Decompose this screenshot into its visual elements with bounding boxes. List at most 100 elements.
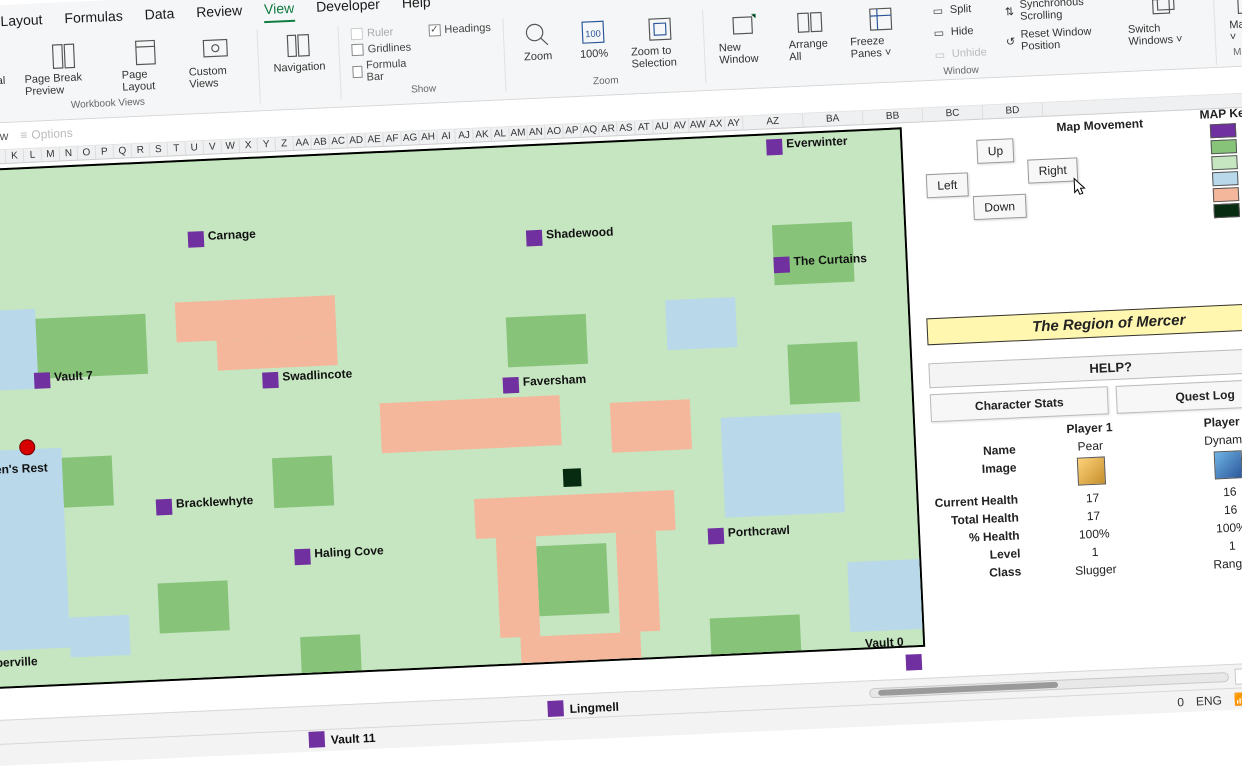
col-Q[interactable]: Q	[114, 144, 133, 158]
col-O[interactable]: O	[78, 146, 97, 160]
move-up-button[interactable]: Up	[976, 138, 1014, 164]
custom-views-button[interactable]: Custom Views	[183, 32, 249, 93]
move-down-button[interactable]: Down	[973, 194, 1027, 220]
col-AI[interactable]: AI	[437, 130, 456, 144]
col-AP[interactable]: AP	[563, 124, 582, 138]
move-left-button[interactable]: Left	[926, 172, 969, 198]
col-U[interactable]: U	[186, 141, 205, 155]
col-AV[interactable]: AV	[671, 119, 690, 133]
page-break-button[interactable]: Page Break Preview	[19, 38, 109, 100]
tab-help[interactable]: Help	[401, 0, 431, 17]
col-T[interactable]: T	[168, 142, 187, 156]
col-K[interactable]: K	[6, 149, 25, 163]
town-marker[interactable]	[188, 231, 205, 248]
tab-data[interactable]: Data	[144, 5, 175, 28]
col-S[interactable]: S	[150, 143, 169, 157]
col-BC[interactable]: BC	[923, 106, 984, 122]
group-caption-views: Workbook Views	[71, 97, 146, 111]
group-caption-window: Window	[943, 65, 979, 78]
col-Y[interactable]: Y	[257, 138, 276, 152]
col-AZ[interactable]: AZ	[743, 114, 804, 130]
town-marker[interactable]	[34, 372, 51, 389]
col-Z[interactable]: Z	[275, 137, 294, 151]
new-window-button[interactable]: New Window	[713, 8, 775, 69]
sheet-view-new[interactable]: 👁New	[0, 129, 9, 145]
col-AH[interactable]: AH	[419, 130, 438, 144]
col-BA[interactable]: BA	[803, 111, 864, 127]
tab-page-layout[interactable]: Page Layout	[0, 11, 43, 37]
col-R[interactable]: R	[132, 143, 151, 157]
tab-quest-log[interactable]: Quest Log	[1116, 378, 1242, 414]
arrange-icon	[795, 8, 824, 37]
col-W[interactable]: W	[221, 139, 240, 153]
tab-view[interactable]: View	[264, 0, 295, 23]
swatch	[1210, 139, 1237, 154]
col-AS[interactable]: AS	[617, 121, 636, 135]
col-AO[interactable]: AO	[545, 125, 564, 139]
zoom-100-button[interactable]: 100100%	[569, 15, 617, 63]
tab-developer[interactable]: Developer	[316, 0, 381, 21]
game-map[interactable]: HoleCarnageShadewoodEverwinterThe Curtai…	[0, 127, 925, 689]
col-L[interactable]: L	[24, 148, 43, 162]
arrange-all-button[interactable]: Arrange All	[783, 5, 837, 65]
split-button[interactable]: ▭Split	[925, 0, 989, 21]
town-marker[interactable]	[708, 528, 725, 545]
key-mountain: Mountain	[1213, 184, 1242, 204]
status-avg: 0	[1177, 695, 1184, 709]
col-AK[interactable]: AK	[473, 128, 492, 142]
zoom-selection-button[interactable]: Zoom to Selection	[625, 12, 694, 73]
town-marker[interactable]	[262, 372, 279, 389]
col-AD[interactable]: AD	[347, 134, 366, 148]
col-P[interactable]: P	[96, 145, 115, 159]
zoom-button[interactable]: Zoom	[513, 18, 561, 66]
player2-avatar	[1214, 450, 1242, 479]
switch-windows-button[interactable]: Switch Windows ˅	[1122, 0, 1205, 50]
col-AN[interactable]: AN	[527, 125, 546, 139]
view-normal-icon[interactable]	[1234, 667, 1242, 684]
col-AT[interactable]: AT	[635, 121, 654, 135]
col-AC[interactable]: AC	[329, 134, 348, 148]
group-caption-show: Show	[411, 83, 436, 95]
tab-formulas[interactable]: Formulas	[64, 8, 123, 33]
sync-scroll-button: ⇅Synchronous Scrolling	[998, 0, 1113, 26]
gridlines-checkbox[interactable]: Gridlines	[349, 40, 413, 57]
col-AW[interactable]: AW	[689, 118, 708, 132]
town-marker[interactable]	[294, 549, 311, 566]
col-AX[interactable]: AX	[707, 117, 726, 131]
freeze-panes-button[interactable]: Freeze Panes ˅	[844, 2, 918, 63]
col-AF[interactable]: AF	[383, 132, 402, 146]
view-normal-button[interactable]: Normal	[0, 43, 11, 91]
navigation-button[interactable]: Navigation	[268, 28, 330, 77]
col-AR[interactable]: AR	[599, 122, 618, 136]
col-AU[interactable]: AU	[653, 120, 672, 134]
macros-button[interactable]: Macros ˅	[1224, 0, 1242, 45]
town-marker[interactable]	[526, 230, 543, 247]
formula-bar-checkbox[interactable]: Formula Bar	[350, 56, 415, 85]
col-AE[interactable]: AE	[365, 133, 384, 147]
col-BD[interactable]: BD	[983, 103, 1044, 119]
col-AL[interactable]: AL	[491, 127, 510, 141]
col-V[interactable]: V	[204, 140, 223, 154]
town-marker[interactable]	[156, 499, 173, 516]
page-layout-button[interactable]: Page Layout	[116, 35, 176, 96]
col-AM[interactable]: AM	[509, 126, 528, 140]
col-AB[interactable]: AB	[311, 135, 330, 149]
town-marker[interactable]	[766, 139, 783, 156]
col-AA[interactable]: AA	[293, 136, 312, 150]
col-N[interactable]: N	[60, 147, 79, 161]
col-AY[interactable]: AY	[725, 116, 744, 130]
tab-review[interactable]: Review	[196, 2, 243, 26]
col-BB[interactable]: BB	[863, 108, 924, 124]
move-right-button[interactable]: Right	[1027, 157, 1078, 183]
col-X[interactable]: X	[239, 139, 258, 153]
tab-character-stats[interactable]: Character Stats	[930, 386, 1109, 422]
col-M[interactable]: M	[42, 148, 61, 162]
headings-checkbox[interactable]: ✓Headings	[426, 21, 493, 38]
hide-button[interactable]: ▭Hide	[926, 20, 990, 43]
town-marker[interactable]	[773, 257, 790, 274]
status-lang[interactable]: ENG	[1196, 693, 1223, 708]
town-marker[interactable]	[503, 377, 520, 394]
col-AQ[interactable]: AQ	[581, 123, 600, 137]
col-AJ[interactable]: AJ	[455, 129, 474, 143]
col-AG[interactable]: AG	[401, 131, 420, 145]
